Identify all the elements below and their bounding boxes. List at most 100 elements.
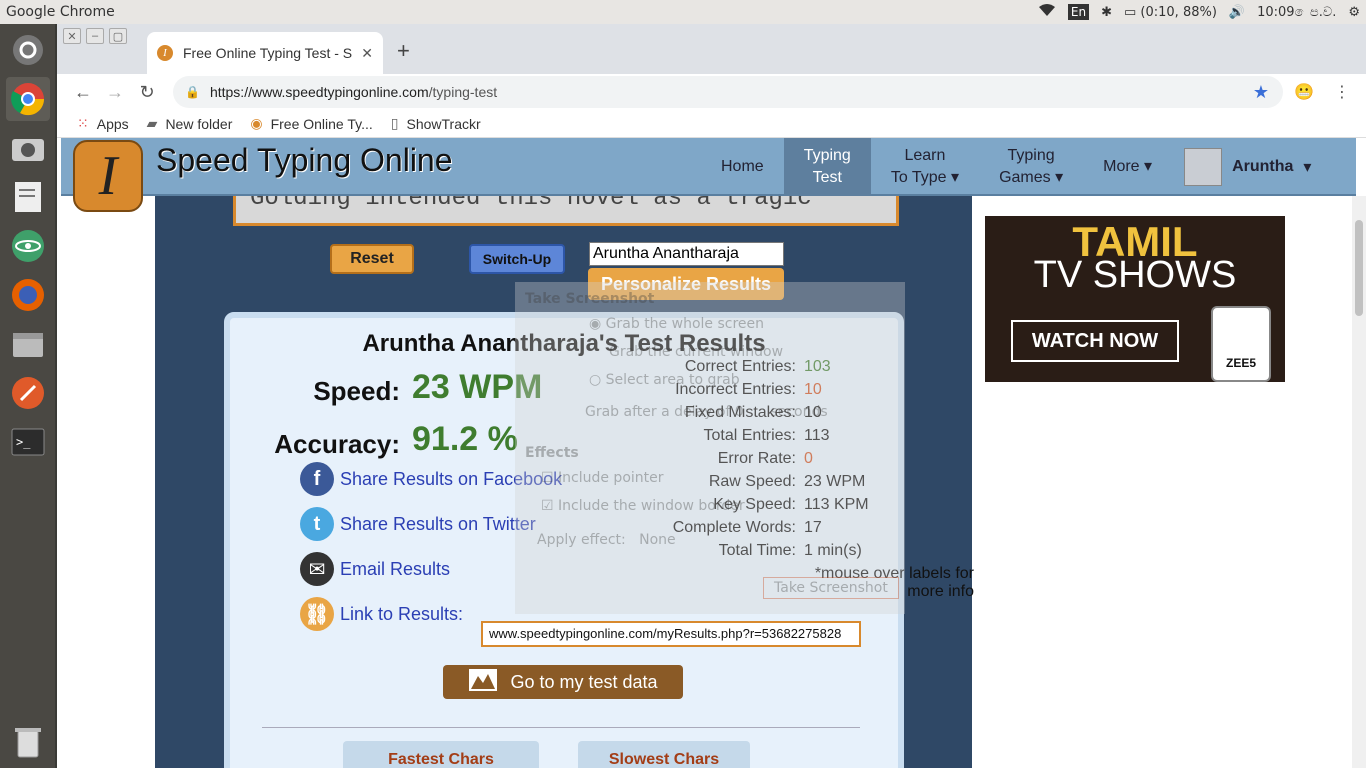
bluetooth-icon[interactable]: ✱ [1101, 5, 1112, 20]
bookmark-apps[interactable]: ⁙ Apps [77, 115, 129, 132]
browser-toolbar: ← → ↻ 🔒 https://www.speedtypingonline.co… [57, 74, 1366, 110]
forward-arrow-icon[interactable]: → [99, 82, 131, 103]
link-to-results-label: Link to Results: [340, 603, 464, 624]
nav-home[interactable]: Home [701, 138, 784, 196]
option-label: Grab the whole screen [605, 316, 764, 332]
tab-close-icon[interactable]: ✕ [361, 45, 373, 62]
close-window-icon[interactable]: ✕ [63, 28, 81, 44]
delay-value: 0 [734, 404, 744, 420]
share-twitter-label: Share Results on Twitter [340, 513, 536, 534]
divider [262, 727, 860, 728]
nav-typing-games[interactable]: Typing Games ▾ [979, 138, 1083, 196]
user-name: Aruntha [1232, 158, 1294, 175]
bookmark-free-online-typing[interactable]: ◉ Free Online Ty... [250, 115, 372, 132]
ruby-icon[interactable] [6, 371, 50, 415]
accuracy-label[interactable]: Accuracy: [250, 429, 400, 460]
terminal-icon[interactable]: >_ [6, 420, 50, 464]
scrollbar-thumb[interactable] [1355, 220, 1363, 316]
delay-label: Grab after a delay of [585, 404, 731, 420]
volume-icon[interactable]: 🔊 [1229, 5, 1245, 20]
twitter-icon: t [300, 507, 334, 541]
results-link-field[interactable]: www.speedtypingonline.com/myResults.php?… [481, 621, 861, 647]
profile-emoji-icon[interactable]: 😬 [1294, 82, 1314, 102]
nav-label: More [1103, 158, 1140, 175]
name-input[interactable] [589, 242, 784, 266]
site-logo[interactable]: I [73, 140, 143, 212]
settings-gear-icon[interactable]: ⚙ [1348, 5, 1360, 20]
nav-user-menu[interactable]: Aruntha ▾ [1172, 138, 1311, 196]
nav-learn-to-type[interactable]: Learn To Type ▾ [871, 138, 979, 196]
nav-label: Typing [803, 147, 851, 164]
nav-label: Test [812, 169, 842, 186]
active-app-title: Google Chrome [6, 4, 115, 20]
nav-typing-test[interactable]: Typing Test [783, 138, 871, 196]
clock[interactable]: 10:09 ෙප.ව. [1257, 5, 1336, 20]
apply-effect-label: Apply effect: [537, 532, 626, 548]
ad-brand-logo: ZEE5 [1211, 306, 1271, 382]
site-name[interactable]: Speed Typing Online [156, 142, 453, 179]
speed-label[interactable]: Speed: [250, 376, 400, 407]
site-favicon-icon: ◉ [250, 115, 263, 131]
go-to-test-data-label: Go to my test data [510, 671, 658, 692]
screenshot-icon[interactable] [6, 126, 50, 170]
ad-watch-now-button[interactable]: WATCH NOW [1011, 320, 1179, 362]
include-border-option: ☑ Include the window border [541, 498, 745, 514]
slowest-chars-tab[interactable]: Slowest Chars [578, 741, 750, 768]
typing-text: Golding intended this novel as a tragic [250, 196, 812, 212]
tab-typing-test[interactable]: I Free Online Typing Test - S ✕ [147, 32, 383, 74]
fastest-chars-tab[interactable]: Fastest Chars [343, 741, 539, 768]
ad-subheadline: TV SHOWS [1033, 254, 1237, 296]
switch-up-button[interactable]: Switch-Up [469, 244, 565, 274]
email-results-link[interactable]: ✉ Email Results [300, 552, 450, 586]
delay-unit: seconds [770, 404, 828, 420]
page-icon: ▯ [390, 115, 399, 131]
wifi-icon[interactable] [1038, 3, 1056, 21]
dialog-title: Take Screenshot [525, 291, 655, 307]
page-scrollbar[interactable] [1352, 196, 1366, 768]
atom-icon[interactable] [6, 224, 50, 268]
text-editor-icon[interactable] [6, 175, 50, 219]
reload-icon[interactable]: ↻ [131, 82, 163, 103]
web-page: Golding intended this novel as a tragic … [57, 138, 1366, 768]
new-tab-plus-icon[interactable]: + [397, 38, 410, 64]
minimize-window-icon[interactable]: – [86, 28, 104, 44]
site-header: Speed Typing Online Home Typing Test Lear… [61, 138, 1356, 196]
maximize-window-icon[interactable]: ▢ [109, 28, 127, 44]
envelope-icon: ✉ [300, 552, 334, 586]
battery-indicator[interactable]: ▭ (0:10, 88%) [1124, 5, 1217, 20]
files-icon[interactable] [6, 322, 50, 366]
keyboard-language-indicator[interactable]: En [1067, 4, 1090, 20]
include-pointer-option: ☐ Include pointer [541, 470, 664, 486]
option-label: Include pointer [558, 470, 664, 486]
chain-link-icon: ⛓ [300, 597, 334, 631]
typing-text-display: Golding intended this novel as a tragic [233, 196, 899, 226]
nav-label: Typing [1007, 147, 1055, 164]
bookmark-star-icon[interactable]: ★ [1253, 82, 1269, 103]
trash-icon[interactable] [6, 720, 50, 764]
option-current-window: Grab the current window [609, 344, 783, 360]
back-arrow-icon[interactable]: ← [67, 82, 99, 103]
nav-label: To Type [890, 169, 947, 186]
chrome-window: ✕ – ▢ I Free Online Typing Test - S ✕ + … [57, 24, 1366, 768]
effects-heading: Effects [525, 445, 579, 461]
bookmark-label: New folder [165, 115, 233, 132]
avatar [1184, 148, 1223, 186]
bookmark-showtrackr[interactable]: ▯ ShowTrackr [391, 115, 481, 132]
share-twitter-link[interactable]: t Share Results on Twitter [300, 507, 536, 541]
firefox-icon[interactable] [6, 273, 50, 317]
bookmark-new-folder[interactable]: ▰ New folder [147, 115, 233, 132]
reset-button[interactable]: Reset [330, 244, 414, 274]
address-bar[interactable]: 🔒 https://www.speedtypingonline.com/typi… [173, 76, 1283, 108]
chrome-icon[interactable] [5, 77, 50, 121]
nav-label: Games [999, 169, 1051, 186]
go-to-test-data-button[interactable]: Go to my test data [443, 665, 683, 699]
ubuntu-dash-icon[interactable] [6, 28, 50, 72]
info-note-more[interactable]: more info [907, 583, 974, 601]
chrome-menu-icon[interactable]: ⋮ [1334, 82, 1350, 102]
apply-effect-row: Apply effect: None [537, 532, 676, 548]
url-host: https://www.speedtypingonline.com [209, 84, 429, 100]
toolbar-right: 😬 ⋮ [1294, 82, 1350, 102]
option-label: Grab the current window [609, 344, 784, 360]
nav-more[interactable]: More ▾ [1083, 138, 1172, 196]
advertisement-banner[interactable]: TAMIL TV SHOWS WATCH NOW ZEE5 [985, 216, 1285, 382]
